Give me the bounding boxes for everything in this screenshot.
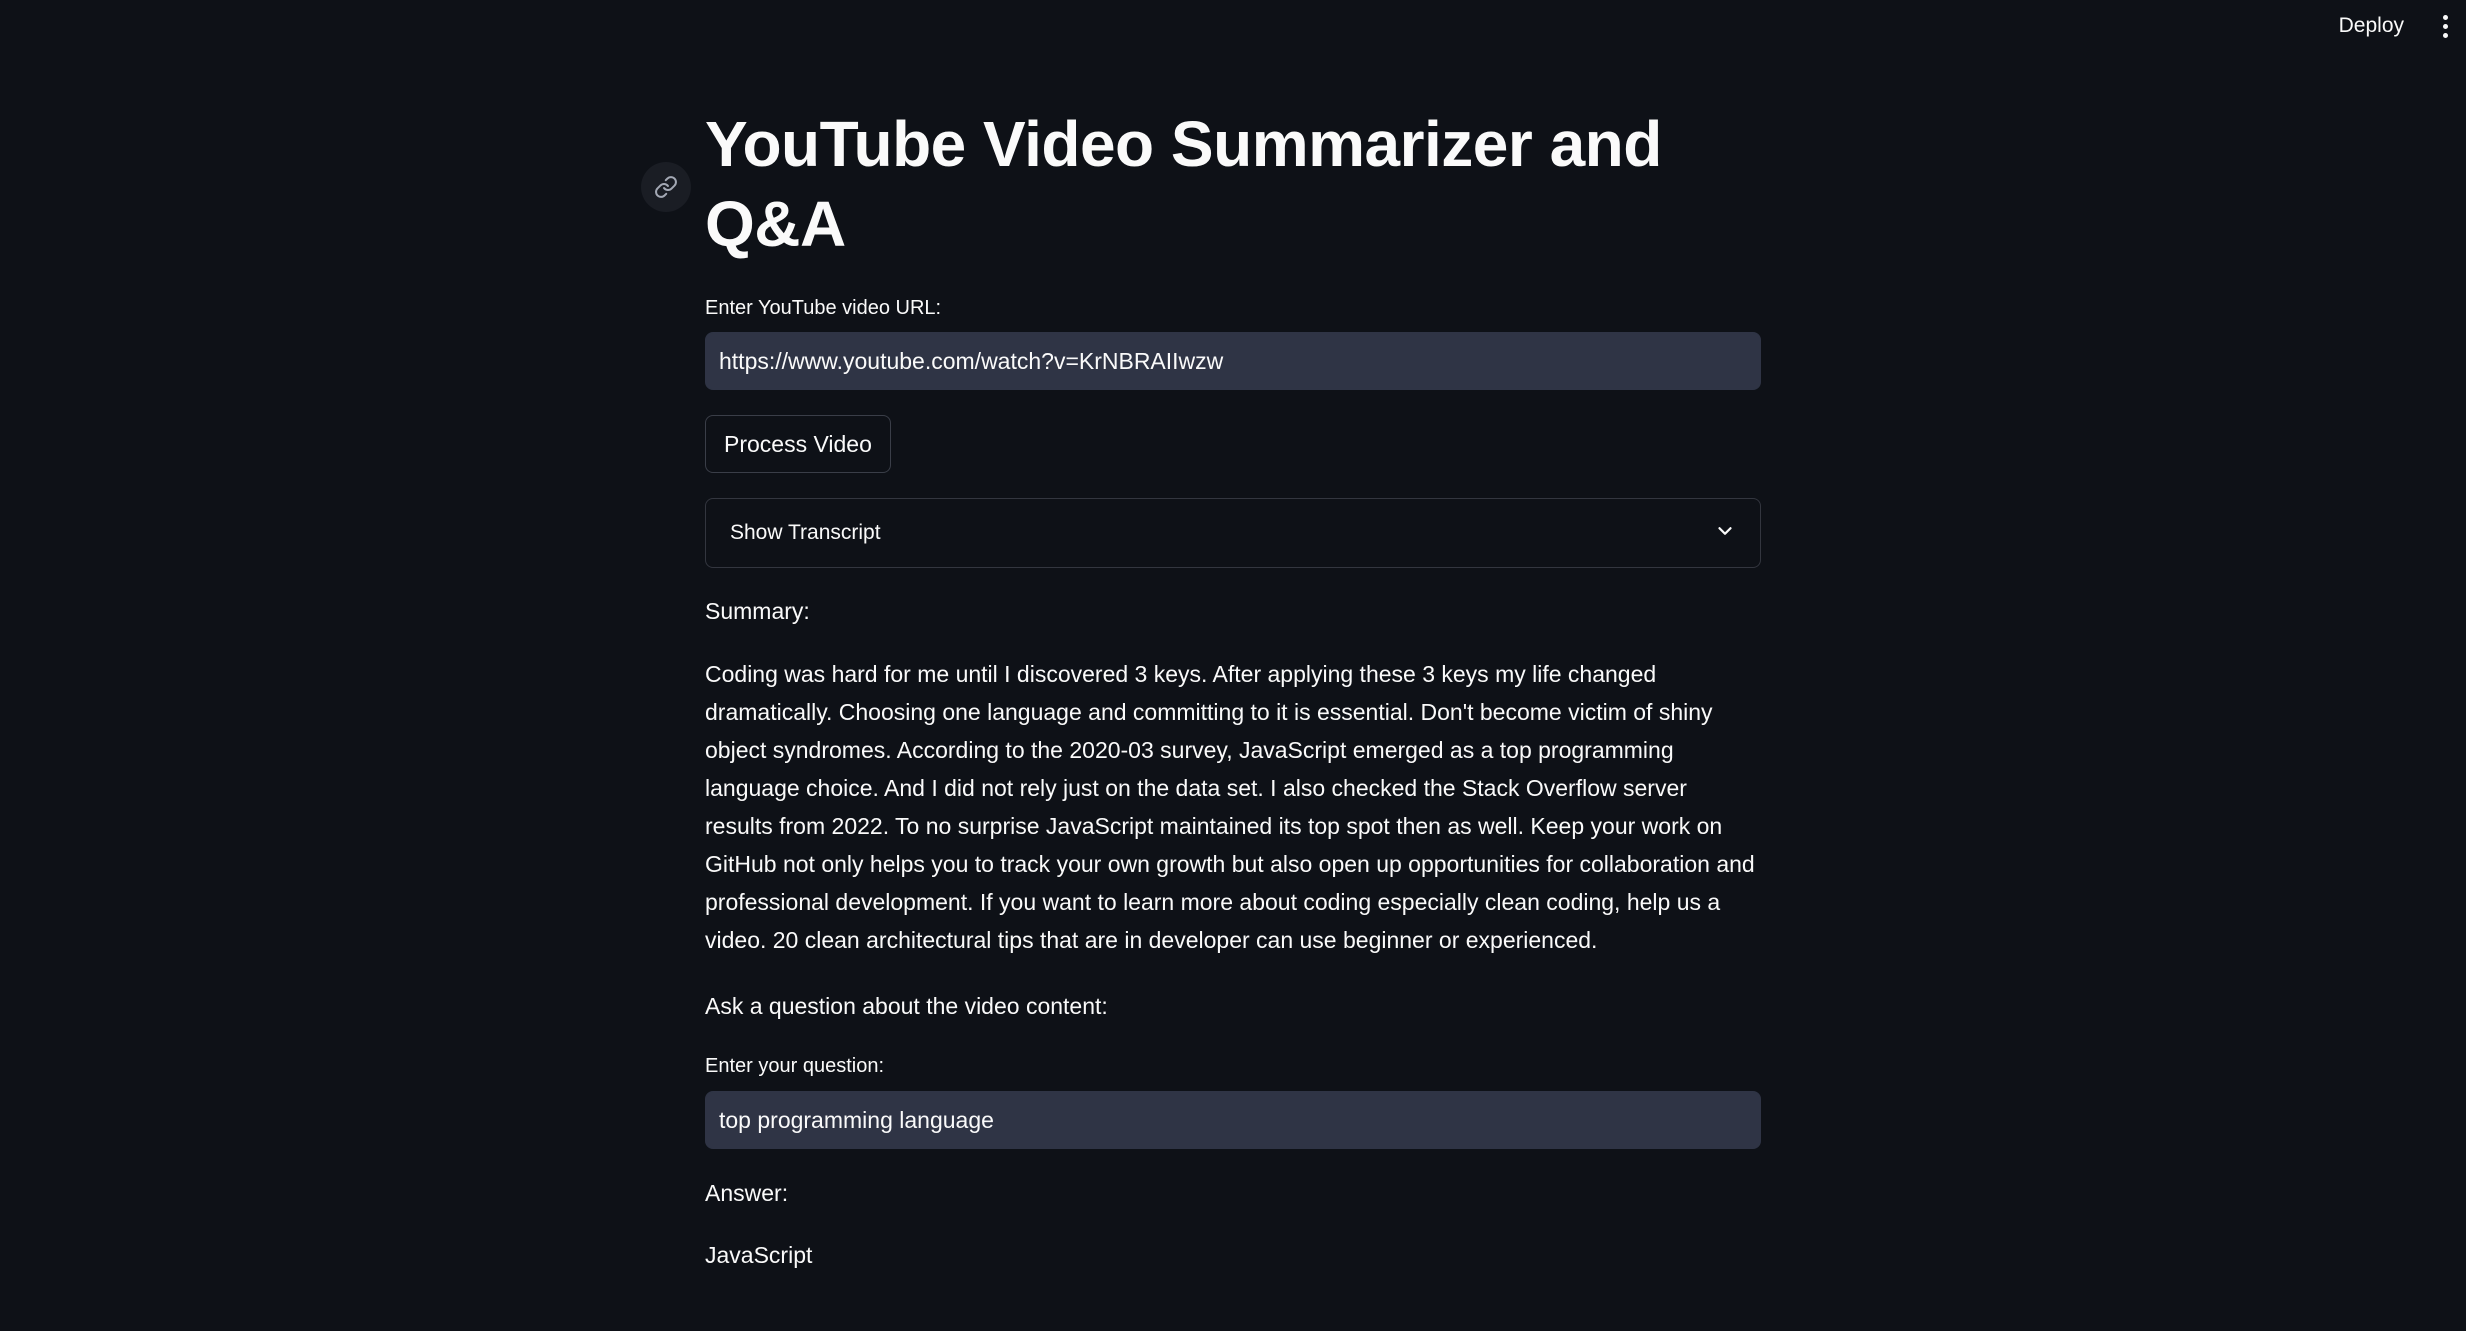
url-input[interactable] <box>705 332 1761 390</box>
menu-dot <box>2442 14 2448 20</box>
url-field-label: Enter YouTube video URL: <box>705 297 942 319</box>
menu-dot <box>2442 32 2448 38</box>
more-vertical-icon[interactable] <box>2430 10 2460 42</box>
question-input[interactable] <box>705 1091 1761 1149</box>
answer-heading: Answer: <box>705 1180 789 1206</box>
page-title: YouTube Video Summarizer and Q&A <box>705 108 1662 260</box>
transcript-expander[interactable]: Show Transcript <box>705 498 1761 568</box>
chevron-down-icon <box>1714 520 1736 547</box>
app-root: Deploy YouTube Video Summarizer and Q&A … <box>0 0 2466 1331</box>
menu-dot <box>2442 23 2448 29</box>
question-prompt: Ask a question about the video content: <box>705 993 1108 1019</box>
answer-text: JavaScript <box>705 1242 813 1268</box>
top-header: Deploy <box>0 0 2466 56</box>
link-icon[interactable] <box>641 162 691 212</box>
process-video-button[interactable]: Process Video <box>705 415 891 473</box>
deploy-button[interactable]: Deploy <box>2325 10 2418 42</box>
summary-heading: Summary: <box>705 598 810 624</box>
summary-text: Coding was hard for me until I discovere… <box>705 661 1755 953</box>
question-field-label: Enter your question: <box>705 1055 884 1077</box>
expander-label: Show Transcript <box>730 521 881 544</box>
